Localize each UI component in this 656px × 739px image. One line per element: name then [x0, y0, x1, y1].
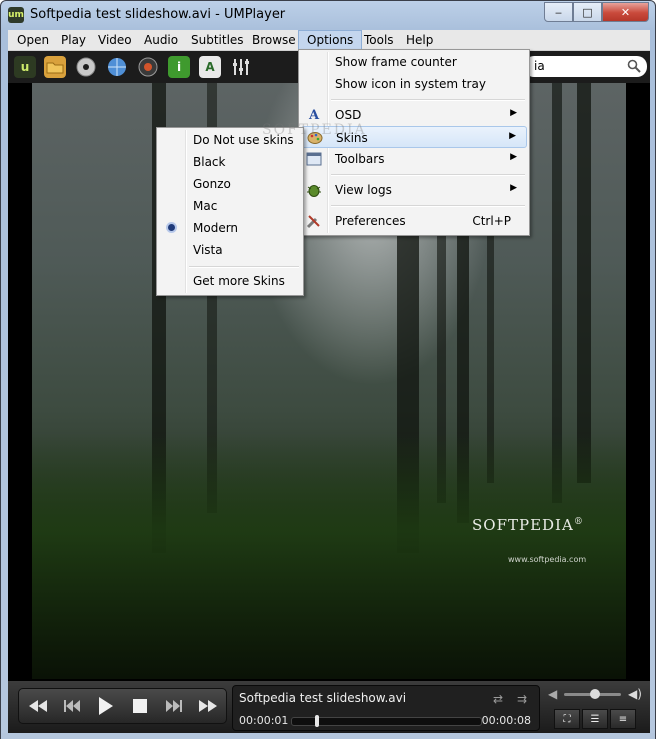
menu-subtitles[interactable]: Subtitles [183, 30, 252, 50]
window-title: Softpedia test slideshow.avi - UMPlayer [30, 7, 286, 22]
volume-slider[interactable] [564, 689, 621, 699]
shuffle-icon[interactable]: ⇉ [517, 692, 527, 706]
playback-controls: Softpedia test slideshow.avi ⇄ ⇉ 00:00:0… [8, 681, 650, 733]
status-bar [1, 733, 655, 739]
radio-selected-icon [168, 224, 175, 231]
submenu-arrow-icon: ▶ [510, 108, 517, 118]
um-logo-icon[interactable]: u [14, 56, 36, 78]
volume-max-icon[interactable]: ◀) [628, 687, 642, 701]
playlist-icon[interactable]: ☰ [582, 709, 608, 729]
menu-item-label: Show icon in system tray [335, 77, 486, 91]
play-icon[interactable] [89, 689, 123, 723]
menu-item-label: Toolbars [335, 152, 385, 166]
menu-audio[interactable]: Audio [136, 30, 186, 50]
minimize-button[interactable]: ‒ [544, 2, 573, 22]
seek-bar[interactable] [291, 715, 482, 727]
tools-icon [305, 212, 323, 230]
submenu-arrow-icon: ▶ [510, 152, 517, 162]
menu-browse[interactable]: Browse [244, 30, 304, 50]
info-icon[interactable]: i [168, 56, 190, 78]
now-playing-panel: Softpedia test slideshow.avi ⇄ ⇉ 00:00:0… [232, 685, 540, 731]
skin-item-mac[interactable]: Mac [159, 195, 301, 217]
equalizer-icon[interactable] [230, 56, 252, 78]
menu-item-preferences[interactable]: Preferences Ctrl+P [301, 210, 527, 232]
previous-icon[interactable] [55, 689, 89, 723]
menu-separator [331, 99, 525, 101]
menu-item-show-tray-icon[interactable]: Show icon in system tray [301, 73, 527, 95]
menu-item-show-frame-counter[interactable]: Show frame counter [301, 51, 527, 73]
skin-item-vista[interactable]: Vista [159, 239, 301, 261]
app-icon: um [8, 7, 24, 23]
skins-submenu: Do Not use skins Black Gonzo Mac Modern … [156, 127, 304, 296]
tree-silhouette [577, 83, 591, 483]
menu-item-label: Get more Skins [193, 274, 285, 288]
menu-item-shortcut: Ctrl+P [472, 214, 511, 228]
menu-item-label: View logs [335, 183, 392, 197]
menu-item-label: Vista [193, 243, 223, 257]
menu-item-label: OSD [335, 108, 362, 122]
volume-knob[interactable] [590, 689, 601, 699]
rewind-icon[interactable] [21, 689, 55, 723]
time-total: 00:00:08 [481, 714, 531, 727]
menu-separator [331, 174, 525, 176]
menu-item-label: Show frame counter [335, 55, 457, 69]
softpedia-watermark: SOFTPEDIA [262, 122, 367, 138]
magnifier-icon[interactable] [627, 59, 641, 73]
webcam-icon[interactable] [137, 56, 159, 78]
menu-item-view-logs[interactable]: View logs ▶ [301, 179, 527, 201]
menu-tools[interactable]: Tools [356, 30, 402, 50]
time-current: 00:00:01 [239, 714, 289, 727]
softpedia-logo: SOFTPEDIA® [472, 516, 584, 534]
settings-icon[interactable]: ≡ [610, 709, 636, 729]
menu-item-label: Preferences [335, 214, 406, 228]
menu-item-label: Modern [193, 221, 239, 235]
next-icon[interactable] [157, 689, 191, 723]
menu-separator [331, 205, 525, 207]
menu-bar: Open Play Video Audio Subtitles Browse O… [8, 30, 650, 51]
maximize-button[interactable]: □ [573, 2, 602, 22]
search-input[interactable]: ia [524, 56, 647, 77]
menu-help[interactable]: Help [398, 30, 441, 50]
folder-icon[interactable] [44, 56, 66, 78]
submenu-arrow-icon: ▶ [510, 183, 517, 193]
fast-forward-icon[interactable] [191, 689, 225, 723]
repeat-icon[interactable]: ⇄ [493, 692, 503, 706]
seek-handle[interactable] [314, 715, 319, 727]
menu-options[interactable]: Options [298, 30, 363, 50]
skin-item-modern[interactable]: Modern [159, 217, 301, 239]
menu-item-toolbars[interactable]: Toolbars ▶ [301, 148, 527, 170]
skin-item-get-more[interactable]: Get more Skins [159, 270, 301, 292]
menu-open[interactable]: Open [9, 30, 57, 50]
skin-item-gonzo[interactable]: Gonzo [159, 173, 301, 195]
stop-icon[interactable] [123, 689, 157, 723]
title-bar: um Softpedia test slideshow.avi - UMPlay… [1, 1, 655, 29]
now-playing-filename: Softpedia test slideshow.avi [239, 691, 407, 705]
skin-item-black[interactable]: Black [159, 151, 301, 173]
search-input-value: ia [534, 59, 545, 73]
close-button[interactable]: ✕ [602, 2, 649, 22]
transport-buttons [18, 688, 227, 724]
menu-item-label: Gonzo [193, 177, 231, 191]
volume-mute-icon[interactable]: ◀ [548, 687, 557, 701]
toolbar-icon [305, 150, 323, 168]
fullscreen-icon[interactable]: ⛶ [554, 709, 580, 729]
subtitle-add-icon[interactable]: A [199, 56, 221, 78]
globe-icon[interactable] [106, 56, 128, 78]
bug-icon [305, 181, 323, 199]
window-controls: ‒ □ ✕ [544, 2, 649, 22]
menu-video[interactable]: Video [90, 30, 140, 50]
disc-icon[interactable] [75, 56, 97, 78]
options-menu: Show frame counter Show icon in system t… [298, 49, 530, 236]
submenu-arrow-icon: ▶ [509, 131, 516, 141]
softpedia-url: www.softpedia.com [508, 555, 587, 564]
menu-item-label: Black [193, 155, 226, 169]
menu-item-label: Mac [193, 199, 218, 213]
menu-separator [189, 266, 299, 268]
menu-play[interactable]: Play [53, 30, 94, 50]
